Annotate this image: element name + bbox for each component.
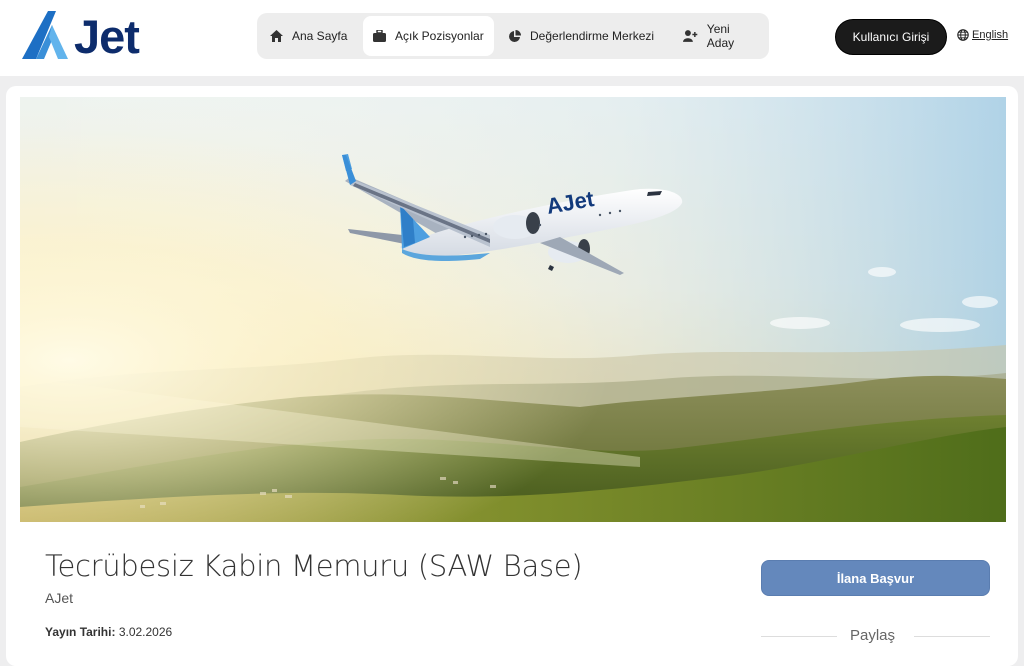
pie-chart-icon [509,29,521,42]
nav-label-assessment-center: Değerlendirme Merkezi [530,29,655,43]
home-icon [270,30,283,42]
publish-date-label: Yayın Tarihi: [45,625,116,639]
nav-item-assessment-center[interactable]: Değerlendirme Merkezi [498,16,664,56]
logo-wordmark: Jet [74,10,140,63]
briefcase-icon [373,30,386,42]
site-header: Jet Ana Sayfa Açık Pozisyonlar Değerlend… [0,0,1024,76]
nav-label-home: Ana Sayfa [292,29,348,43]
language-switch[interactable]: English [957,29,1008,41]
share-label: Paylaş [850,627,896,644]
hero-image: AJet [20,97,1006,522]
nav-item-home[interactable]: Ana Sayfa [260,16,357,56]
globe-icon [957,29,969,41]
main-nav: Ana Sayfa Açık Pozisyonlar Değerlendirme… [257,13,769,59]
hero-airplane-landscape-image: AJet [20,97,1006,522]
share-divider-left [761,636,837,637]
user-plus-icon [683,30,698,42]
company-name: AJet [45,590,74,606]
apply-button[interactable]: İlana Başvur [761,560,990,596]
language-label: English [972,29,1009,41]
login-button[interactable]: Kullanıcı Girişi [835,19,947,55]
publish-date: Yayın Tarihi: 3.02.2026 [45,625,172,639]
share-section: Paylaş [761,627,990,647]
nav-item-new-candidate[interactable]: Yeni Aday [673,16,769,56]
nav-item-open-positions[interactable]: Açık Pozisyonlar [363,16,494,56]
share-divider-right [914,636,990,637]
publish-date-value: 3.02.2026 [118,625,173,639]
ajet-logo-mark-icon [22,11,68,59]
nav-label-open-positions: Açık Pozisyonlar [395,29,484,43]
ajet-logo[interactable]: Jet [22,11,168,63]
nav-label-new-candidate: Yeni Aday [706,22,735,50]
job-title: Tecrübesiz Kabin Memuru (SAW Base) [45,549,583,583]
